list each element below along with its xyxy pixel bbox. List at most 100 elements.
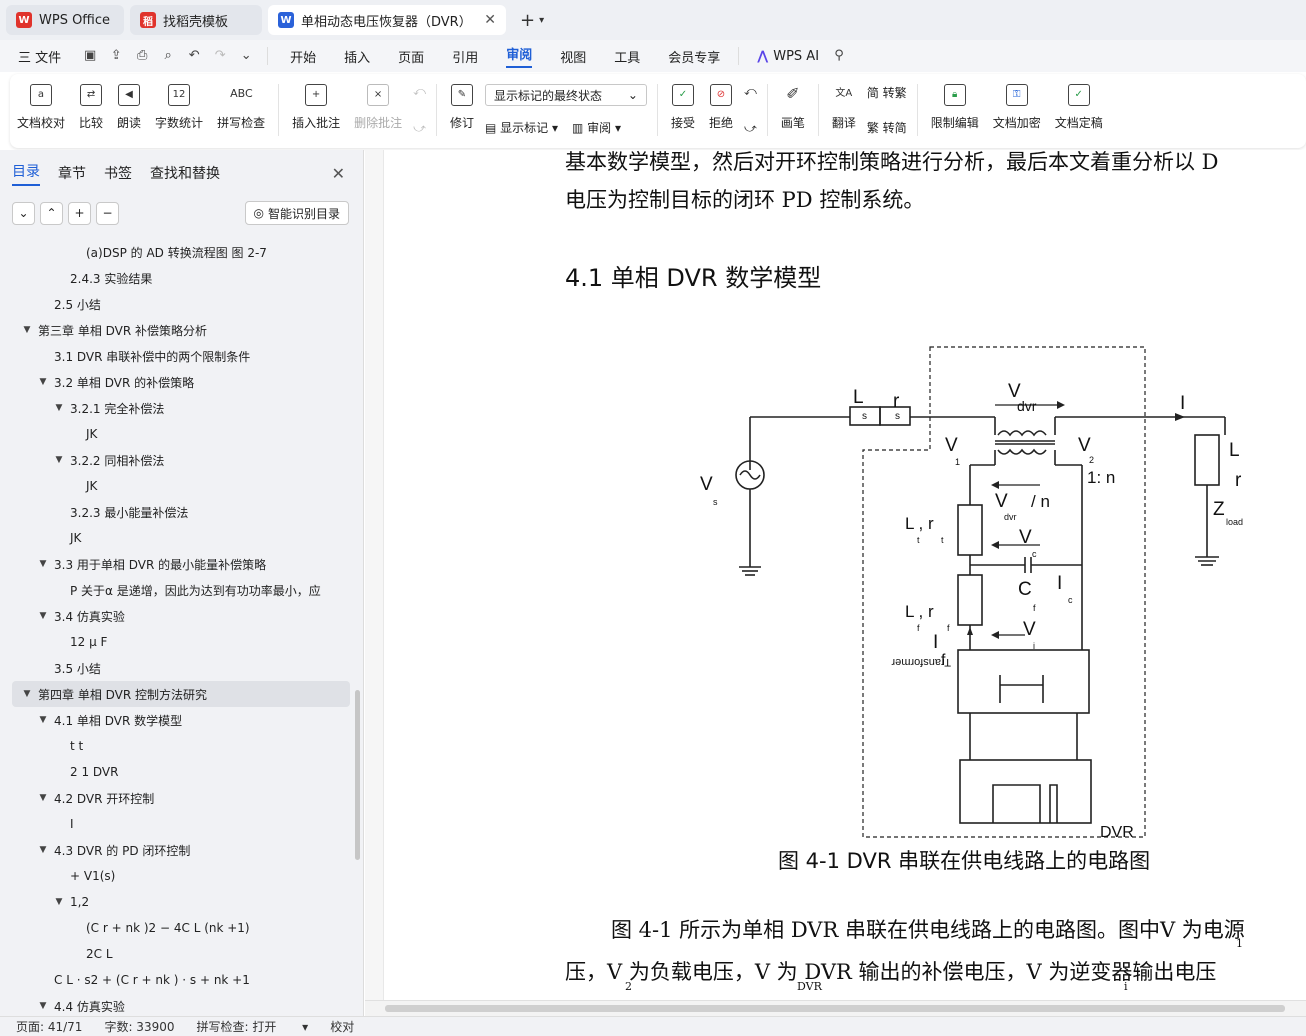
expand-arrow-icon[interactable]: ▼: [22, 689, 32, 699]
menu-start[interactable]: 开始: [290, 47, 316, 66]
delete-comment-button[interactable]: × 删除批注: [354, 84, 402, 131]
toc-item[interactable]: ▼ 3.4 仿真实验: [0, 603, 356, 629]
undo-icon[interactable]: ↶: [186, 48, 202, 64]
toc-item[interactable]: ▼ 3.2.1 完全补偿法: [0, 395, 356, 421]
pen-button[interactable]: ✐ 画笔: [781, 84, 805, 131]
markup-mode-select[interactable]: 显示标记的最终状态 ⌄: [484, 84, 647, 106]
read-aloud-button[interactable]: ◀ 朗读: [117, 84, 141, 131]
chevron-down-icon[interactable]: ▾: [539, 15, 544, 26]
word-count-button[interactable]: 12 字数统计: [155, 84, 203, 131]
tab-find-replace[interactable]: 查找和替换: [150, 163, 220, 183]
wps-ai-button[interactable]: ⋀ WPS AI: [757, 49, 819, 64]
toc-item[interactable]: 2.5 小结: [0, 291, 356, 317]
tab-template[interactable]: 稻 找稻壳模板: [130, 5, 262, 35]
toc-item[interactable]: 3.2.3 最小能量补偿法: [0, 499, 356, 525]
toc-item[interactable]: (a)DSP 的 AD 转换流程图 图 2-7: [0, 239, 356, 265]
close-icon[interactable]: ✕: [484, 12, 496, 28]
show-markup-button[interactable]: ▤ 显示标记 ▾: [485, 119, 558, 136]
toc-item[interactable]: ▼ 4.4 仿真实验: [0, 993, 356, 1016]
print-preview-icon[interactable]: ⌕: [160, 48, 176, 64]
finalize-button[interactable]: ✓ 文档定稿: [1055, 84, 1103, 131]
expand-arrow-icon[interactable]: ▼: [38, 1001, 48, 1011]
horizontal-scrollbar[interactable]: [365, 1000, 1306, 1016]
menu-member[interactable]: 会员专享: [668, 47, 720, 66]
export-icon[interactable]: ⇪: [108, 48, 124, 64]
spell-check-status[interactable]: 拼写检查: 打开 ▾: [197, 1018, 309, 1035]
expand-arrow-icon[interactable]: ▼: [38, 611, 48, 621]
scrollbar[interactable]: [355, 690, 360, 860]
toc-item[interactable]: (C r + nk )2 − 4C L (nk +1): [0, 915, 356, 941]
expand-arrow-icon[interactable]: ▼: [54, 403, 64, 413]
tab-toc[interactable]: 目录: [12, 161, 40, 186]
next-change-icon[interactable]: ⤻: [744, 121, 757, 136]
smart-toc-button[interactable]: ◎ 智能识别目录: [244, 201, 349, 225]
accept-button[interactable]: ✓ 接受: [671, 84, 695, 131]
close-icon[interactable]: ✕: [332, 164, 345, 183]
toc-item[interactable]: ▼ 3.2.2 同相补偿法: [0, 447, 356, 473]
menu-view[interactable]: 视图: [560, 47, 586, 66]
toc-item[interactable]: ▼ 3.2 单相 DVR 的补偿策略: [0, 369, 356, 395]
prev-comment-icon[interactable]: ⤺: [413, 84, 426, 99]
encrypt-button[interactable]: ⚿ 文档加密: [993, 84, 1041, 131]
to-simplified-button[interactable]: 繁 转简: [867, 119, 907, 136]
tab-bookmark[interactable]: 书签: [104, 163, 132, 183]
print-icon[interactable]: ⎙: [134, 48, 150, 64]
toc-item[interactable]: C L · s2 + (C r + nk ) · s + nk +1: [0, 967, 356, 993]
chevron-up-icon[interactable]: ⌃: [40, 201, 63, 225]
revise-button[interactable]: ✎ 修订: [450, 84, 474, 131]
menu-tools[interactable]: 工具: [614, 47, 640, 66]
redo-icon[interactable]: ↷: [212, 48, 228, 64]
toc-item[interactable]: 12 μ F: [0, 629, 356, 655]
restrict-edit-button[interactable]: 🔒︎ 限制编辑: [931, 84, 979, 131]
toc-item[interactable]: 2C L: [0, 941, 356, 967]
compare-button[interactable]: ⇄ 比较: [79, 84, 103, 131]
save-icon[interactable]: ▣: [82, 48, 98, 64]
toc-item[interactable]: ▼ 1,2: [0, 889, 356, 915]
toc-item[interactable]: JK: [0, 525, 356, 551]
next-comment-icon[interactable]: ⤻: [413, 121, 426, 136]
toc-item[interactable]: ▼ 3.3 用于单相 DVR 的最小能量补偿策略: [0, 551, 356, 577]
page-indicator[interactable]: 页面: 41/71: [16, 1018, 82, 1035]
insert-comment-button[interactable]: + 插入批注: [292, 84, 340, 131]
toc-item[interactable]: ▼ 4.3 DVR 的 PD 闭环控制: [0, 837, 356, 863]
doc-check-button[interactable]: a 文档校对: [17, 84, 65, 131]
toc-item[interactable]: 2.4.3 实验结果: [0, 265, 356, 291]
tab-wps-office[interactable]: W WPS Office: [6, 5, 124, 35]
plus-icon[interactable]: +: [68, 201, 91, 225]
search-icon[interactable]: ⚲: [831, 48, 847, 64]
menu-page[interactable]: 页面: [398, 47, 424, 66]
toc-item[interactable]: + V1(s): [0, 863, 356, 889]
menu-insert[interactable]: 插入: [344, 47, 370, 66]
toc-item[interactable]: 2 1 DVR: [0, 759, 356, 785]
review-pane-button[interactable]: ▥ 审阅 ▾: [572, 119, 621, 136]
toc-item[interactable]: 3.5 小结: [0, 655, 356, 681]
to-traditional-button[interactable]: 简 转繁: [867, 84, 907, 101]
toc-item[interactable]: ▼ 第三章 单相 DVR 补偿策略分析: [0, 317, 356, 343]
spell-check-button[interactable]: ABC 拼写检查: [217, 84, 265, 131]
toc-item[interactable]: JK: [0, 421, 356, 447]
word-count[interactable]: 字数: 33900: [104, 1018, 174, 1035]
expand-arrow-icon[interactable]: ▼: [22, 325, 32, 335]
translate-button[interactable]: 文A 翻译: [832, 84, 856, 131]
file-menu[interactable]: 三 文件: [18, 47, 61, 66]
prev-change-icon[interactable]: ⤺: [744, 84, 757, 99]
expand-arrow-icon[interactable]: ▼: [38, 793, 48, 803]
expand-arrow-icon[interactable]: ▼: [54, 897, 64, 907]
minus-icon[interactable]: −: [96, 201, 119, 225]
toc-item[interactable]: I: [0, 811, 356, 837]
toc-item[interactable]: P 关于α 是递增，因此为达到有功功率最小，应: [0, 577, 356, 603]
expand-arrow-icon[interactable]: ▼: [54, 455, 64, 465]
toc-item[interactable]: JK: [0, 473, 356, 499]
chevron-down-icon[interactable]: ⌄: [12, 201, 35, 225]
chevron-down-icon[interactable]: ⌄: [238, 48, 254, 64]
toc-item[interactable]: t t: [0, 733, 356, 759]
proofread-status[interactable]: 校对: [330, 1018, 354, 1035]
tab-document[interactable]: W 单相动态电压恢复器（DVR）€ ✕: [268, 5, 506, 35]
reject-button[interactable]: ⊘ 拒绝: [709, 84, 733, 131]
expand-arrow-icon[interactable]: ▼: [38, 845, 48, 855]
toc-item[interactable]: ▼ 4.2 DVR 开环控制: [0, 785, 356, 811]
expand-arrow-icon[interactable]: ▼: [38, 559, 48, 569]
menu-reference[interactable]: 引用: [452, 47, 478, 66]
toc-item[interactable]: ▼ 4.1 单相 DVR 数学模型: [0, 707, 356, 733]
expand-arrow-icon[interactable]: ▼: [38, 715, 48, 725]
